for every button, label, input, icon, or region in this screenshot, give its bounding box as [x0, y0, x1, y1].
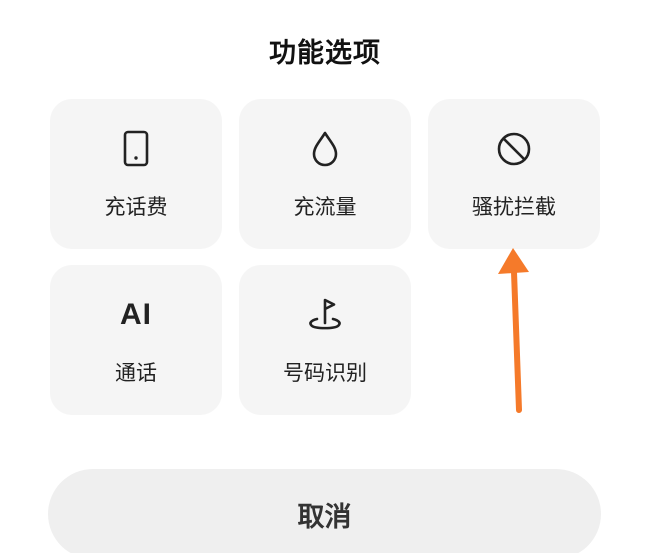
function-options-sheet: 功能选项 充话费 充流量 骚扰拦截 AI 通话 号码识别 取消: [0, 0, 650, 553]
location-flag-icon: [239, 293, 411, 337]
option-number-recognition[interactable]: 号码识别: [239, 265, 411, 415]
option-ai-call[interactable]: AI 通话: [50, 265, 222, 415]
cancel-button[interactable]: 取消: [48, 469, 601, 553]
option-label: 号码识别: [283, 361, 367, 385]
block-icon: [428, 127, 600, 171]
sheet-title: 功能选项: [269, 38, 381, 69]
ai-icon-text: AI: [120, 298, 152, 331]
option-label: 充流量: [293, 195, 357, 219]
option-recharge-data[interactable]: 充流量: [239, 99, 411, 249]
ai-icon: AI: [50, 293, 222, 337]
option-label: 通话: [115, 361, 157, 385]
phone-icon: [50, 127, 222, 171]
option-label: 充话费: [104, 195, 168, 219]
option-label: 骚扰拦截: [472, 195, 556, 219]
option-recharge-balance[interactable]: 充话费: [50, 99, 222, 249]
droplet-icon: [239, 127, 411, 171]
option-spam-block[interactable]: 骚扰拦截: [428, 99, 600, 249]
